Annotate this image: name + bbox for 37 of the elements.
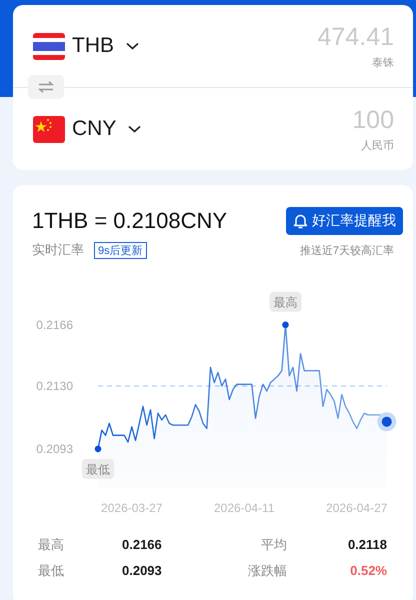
stat-label: 平均 — [260, 536, 287, 554]
currency-code[interactable]: THB — [72, 34, 114, 58]
axis-label: 0.2130 — [36, 379, 73, 393]
stat-value: 0.52% — [349, 562, 387, 580]
bell-icon — [293, 213, 308, 229]
axis-label: 2026-04-27 — [326, 501, 388, 515]
axis-label: 2026-03-27 — [101, 501, 162, 515]
axis-label: 0.2166 — [36, 318, 73, 332]
annotation: 最高 — [274, 295, 298, 310]
update-countdown: 9s后更新 — [94, 242, 147, 258]
stat-label: 涨跌幅 — [247, 562, 287, 580]
alert-hint: 推送近7天较高汇率 — [300, 244, 394, 258]
data-point — [282, 322, 289, 328]
rate-label: 实时汇率 — [32, 241, 84, 259]
currency-name: 泰铢 — [372, 56, 394, 70]
thai-flag-icon — [33, 32, 65, 60]
data-point — [94, 446, 102, 452]
stat-label: 最低 — [38, 562, 65, 580]
point-label: 最高 — [270, 292, 302, 312]
china-flag-icon — [33, 116, 65, 142]
axis-label: 2026-04-11 — [214, 501, 274, 515]
stat-value: 0.2166 — [122, 536, 163, 554]
chevron-down-icon[interactable] — [128, 125, 142, 133]
rate-alert-button[interactable]: 好汇率提醒我 — [286, 207, 403, 235]
point-label: 最低 — [82, 458, 114, 479]
current-point-marker — [377, 412, 396, 432]
stat-value: 0.2093 — [122, 562, 163, 580]
exchange-rate: 1THB = 0.2108CNY — [32, 208, 228, 234]
swap-icon — [38, 81, 54, 93]
chevron-down-icon[interactable] — [126, 42, 139, 50]
annotation: 最低 — [86, 462, 110, 476]
currency-code[interactable]: CNY — [72, 117, 116, 141]
swap-button[interactable] — [28, 75, 64, 99]
stat-value: 0.2118 — [346, 536, 387, 554]
stat-label: 最高 — [38, 536, 65, 554]
axis-label: 0.2093 — [36, 442, 73, 456]
currency-name: 人民币 — [361, 138, 394, 152]
